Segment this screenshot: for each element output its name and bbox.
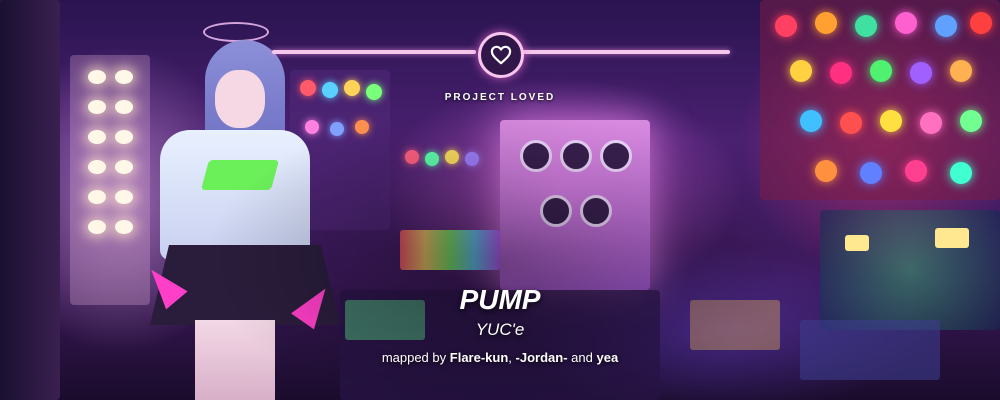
mapper-separator: and: [571, 350, 593, 365]
mapper-name: Flare-kun: [449, 350, 509, 365]
mapper-name: yea: [596, 350, 619, 365]
header-line-right: [522, 50, 730, 54]
mapped-by-line: mapped by Flare-kun, -Jordan- and yea: [0, 350, 1000, 365]
header-line-left: [272, 50, 476, 54]
beatmap-title: PUMP: [459, 284, 541, 315]
project-loved-label: PROJECT LOVED: [444, 92, 556, 103]
heart-icon: [490, 45, 512, 65]
mapped-by-prefix: mapped by: [381, 350, 447, 365]
project-loved-banner: PROJECT LOVED PUMP YUC'e mapped by Flare…: [0, 0, 1000, 400]
beatmap-artist: YUC'e: [475, 320, 525, 339]
mapper-name: -Jordan-: [515, 350, 568, 365]
mapper-separator: ,: [508, 350, 512, 365]
heart-badge: [478, 32, 524, 78]
